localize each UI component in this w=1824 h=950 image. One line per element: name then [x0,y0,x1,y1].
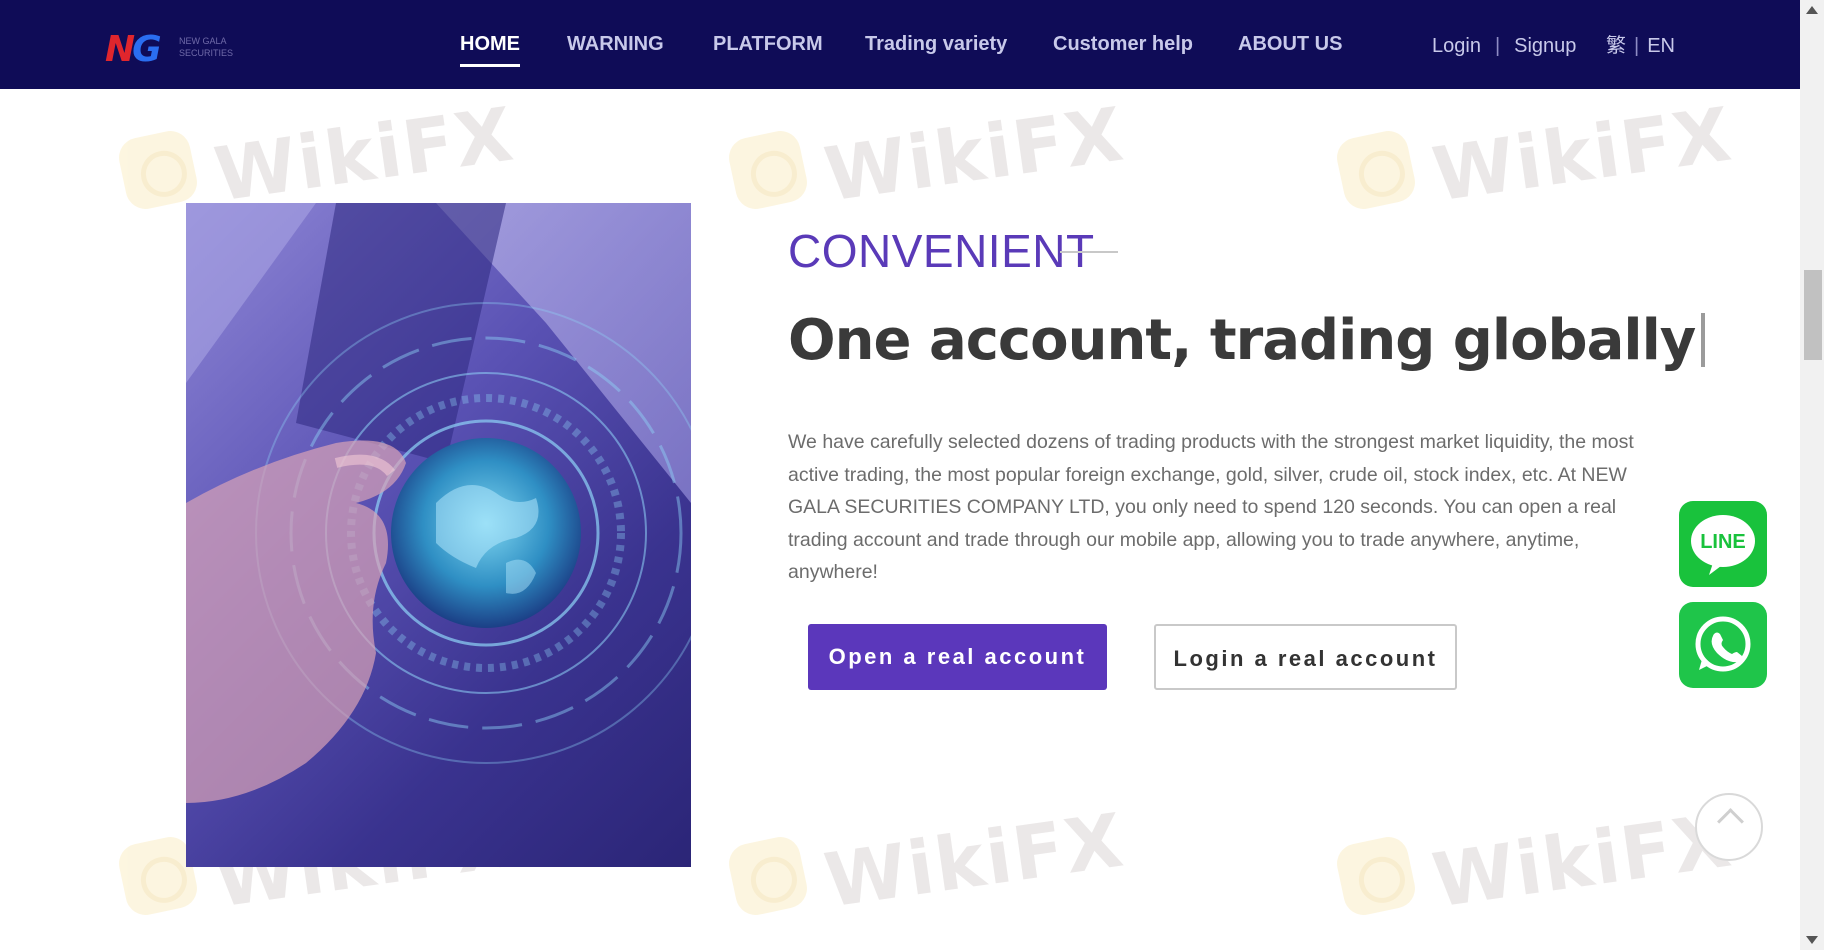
back-to-top-button[interactable] [1695,793,1763,861]
nav-about-us[interactable]: ABOUT US [1238,30,1342,58]
auth-separator: | [1494,35,1501,57]
lang-english[interactable]: EN [1647,35,1675,57]
whatsapp-chat-button[interactable] [1679,602,1767,688]
nav-trading-variety[interactable]: Trading variety [865,30,1007,58]
watermark-emblem-icon [1333,127,1419,213]
hero-image-globe-hand [186,203,691,867]
top-navigation-bar: NG NEW GALA SECURITIES HOME WARNING PLAT… [0,0,1800,89]
watermark-text: WikiFX [1427,797,1738,925]
watermark: WikiFX [1333,91,1738,219]
main-nav: HOME WARNING PLATFORM Trading variety Cu… [0,30,1400,70]
watermark: WikiFX [1333,797,1738,925]
signup-link[interactable]: Signup [1514,35,1576,57]
section-headline: One account, trading globally [788,308,1706,373]
watermark-emblem-icon [725,833,811,919]
globe-illustration [186,203,691,803]
watermark-emblem-icon [115,127,201,213]
watermark-text: WikiFX [819,797,1130,925]
line-icon: LINE [1691,515,1755,575]
nav-customer-help[interactable]: Customer help [1053,30,1193,58]
watermark-text: WikiFX [209,91,520,219]
scroll-up-arrow-icon[interactable] [1806,6,1818,14]
line-chat-button[interactable]: LINE [1679,501,1767,587]
eyebrow-divider [1060,251,1118,253]
watermark: WikiFX [725,797,1130,925]
watermark-text: WikiFX [819,91,1130,219]
line-label: LINE [1700,531,1746,553]
lang-separator: | [1634,35,1640,57]
chevron-up-icon [1717,808,1744,835]
vertical-scrollbar[interactable] [1800,0,1824,950]
auth-links: Login | Signup [1432,32,1576,60]
nav-platform[interactable]: PLATFORM [713,30,823,58]
watermark-emblem-icon [725,127,811,213]
watermark-emblem-icon [1333,833,1419,919]
section-description: We have carefully selected dozens of tra… [788,431,1634,583]
watermark: WikiFX [115,91,520,219]
headline-text: One account, trading globally [788,308,1696,373]
lang-traditional-chinese[interactable]: 繁 [1606,35,1626,57]
section-eyebrow: CONVENIENT [788,225,1095,277]
language-switcher: 繁 | EN [1606,32,1675,60]
watermark: WikiFX [725,91,1130,219]
whatsapp-icon [1695,616,1751,672]
login-real-account-button[interactable]: Login a real account [1154,624,1457,690]
open-real-account-button[interactable]: Open a real account [808,624,1107,690]
login-link[interactable]: Login [1432,35,1481,57]
scroll-down-arrow-icon[interactable] [1806,936,1818,944]
nav-warning[interactable]: WARNING [567,30,664,58]
scroll-thumb[interactable] [1804,270,1822,360]
watermark-text: WikiFX [1427,91,1738,219]
nav-home[interactable]: HOME [460,30,520,67]
typing-caret [1701,313,1706,367]
